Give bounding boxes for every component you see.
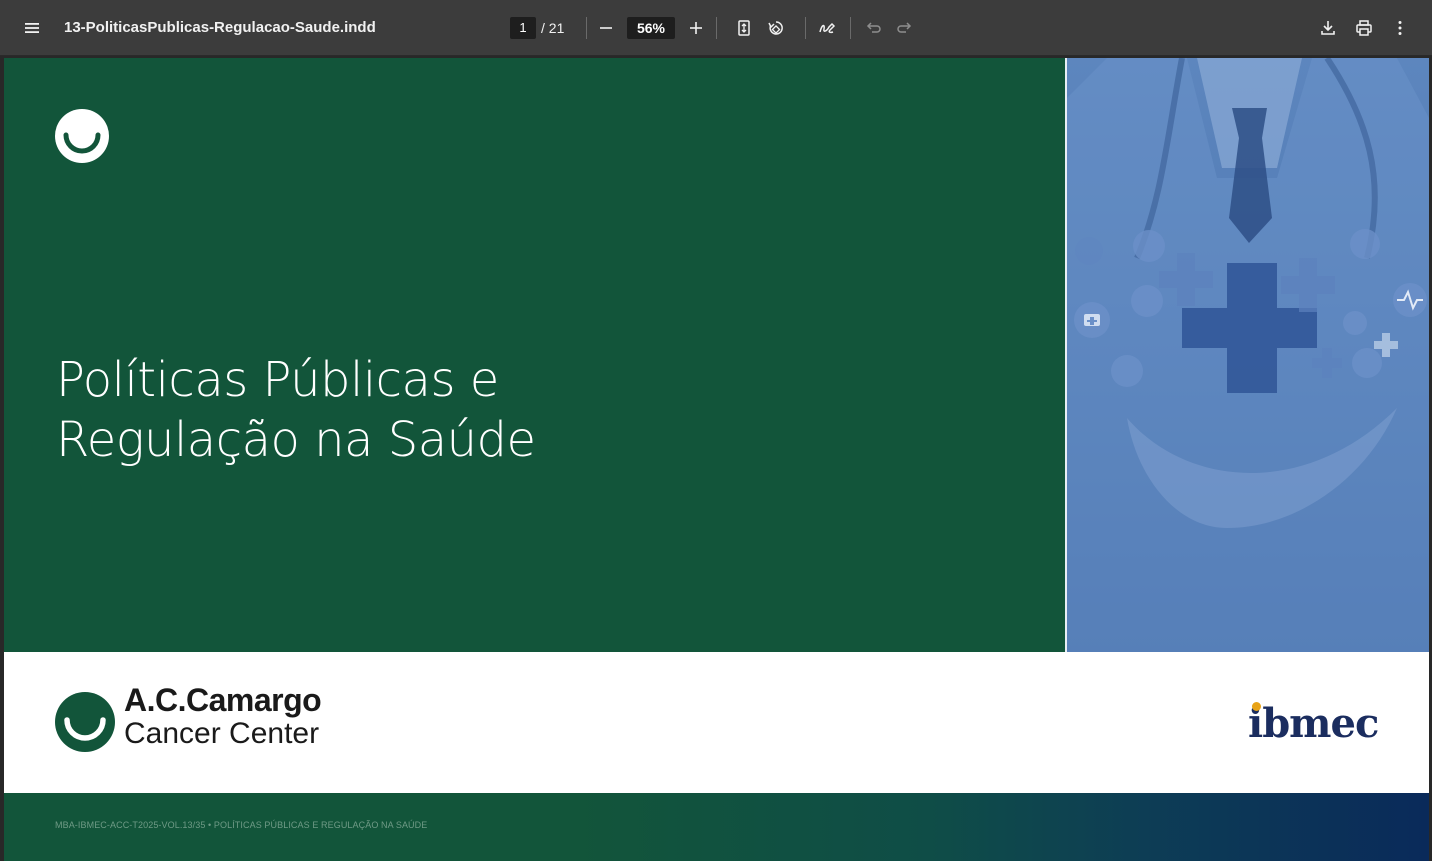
- cover-title: Políticas Públicas e Regulação na Saúde: [56, 350, 756, 470]
- logos-band: A.C.Camargo Cancer Center ibmec: [4, 652, 1429, 793]
- zoom-out-icon[interactable]: [590, 12, 622, 44]
- toolbar-divider: [850, 17, 851, 39]
- doctor-illustration: [1067, 58, 1429, 652]
- acc-brand-logo-icon: [55, 692, 115, 752]
- hamburger-menu-icon[interactable]: [16, 12, 48, 44]
- print-icon[interactable]: [1348, 12, 1380, 44]
- cover-title-line1: Políticas Públicas e: [56, 352, 499, 408]
- acc-brand-name: A.C.Camargo Cancer Center: [124, 682, 322, 750]
- undo-icon[interactable]: [857, 12, 889, 44]
- toolbar-divider: [716, 17, 717, 39]
- more-options-icon[interactable]: [1384, 12, 1416, 44]
- zoom-in-icon[interactable]: [680, 12, 712, 44]
- brand-line2: Cancer Center: [124, 717, 320, 750]
- document-title: 13-PoliticasPublicas-Regulacao-Saude.ind…: [64, 19, 376, 36]
- pdf-page: Políticas Públicas e Regulação na Saúde: [4, 58, 1429, 861]
- doctor-photo: [1067, 58, 1429, 652]
- acc-smile-logo-icon: [55, 109, 109, 163]
- pdf-toolbar: 13-PoliticasPublicas-Regulacao-Saude.ind…: [0, 0, 1432, 56]
- ibmec-logo-text: ibmec: [1248, 700, 1379, 747]
- annotate-icon[interactable]: [811, 12, 843, 44]
- cover-green-panel: Políticas Públicas e Regulação na Saúde: [4, 58, 1065, 652]
- ibmec-logo-dot: [1252, 702, 1261, 711]
- footer-text: MBA-IBMEC-ACC-T2025-VOL.13/35 • POLÍTICA…: [55, 820, 428, 830]
- cover-title-line2: Regulação na Saúde: [56, 412, 536, 468]
- toolbar-divider: [586, 17, 587, 39]
- rotate-icon[interactable]: [760, 12, 792, 44]
- footer-band: MBA-IBMEC-ACC-T2025-VOL.13/35 • POLÍTICA…: [4, 793, 1429, 861]
- page-number-input[interactable]: 1: [510, 17, 536, 39]
- page-total: / 21: [541, 20, 565, 36]
- brand-line1: A.C.Camargo: [124, 682, 322, 718]
- redo-icon[interactable]: [889, 12, 921, 44]
- download-icon[interactable]: [1312, 12, 1344, 44]
- ibmec-logo: ibmec: [1248, 698, 1388, 748]
- toolbar-divider: [805, 17, 806, 39]
- zoom-level-input[interactable]: 56%: [627, 17, 675, 39]
- fit-page-icon[interactable]: [728, 12, 760, 44]
